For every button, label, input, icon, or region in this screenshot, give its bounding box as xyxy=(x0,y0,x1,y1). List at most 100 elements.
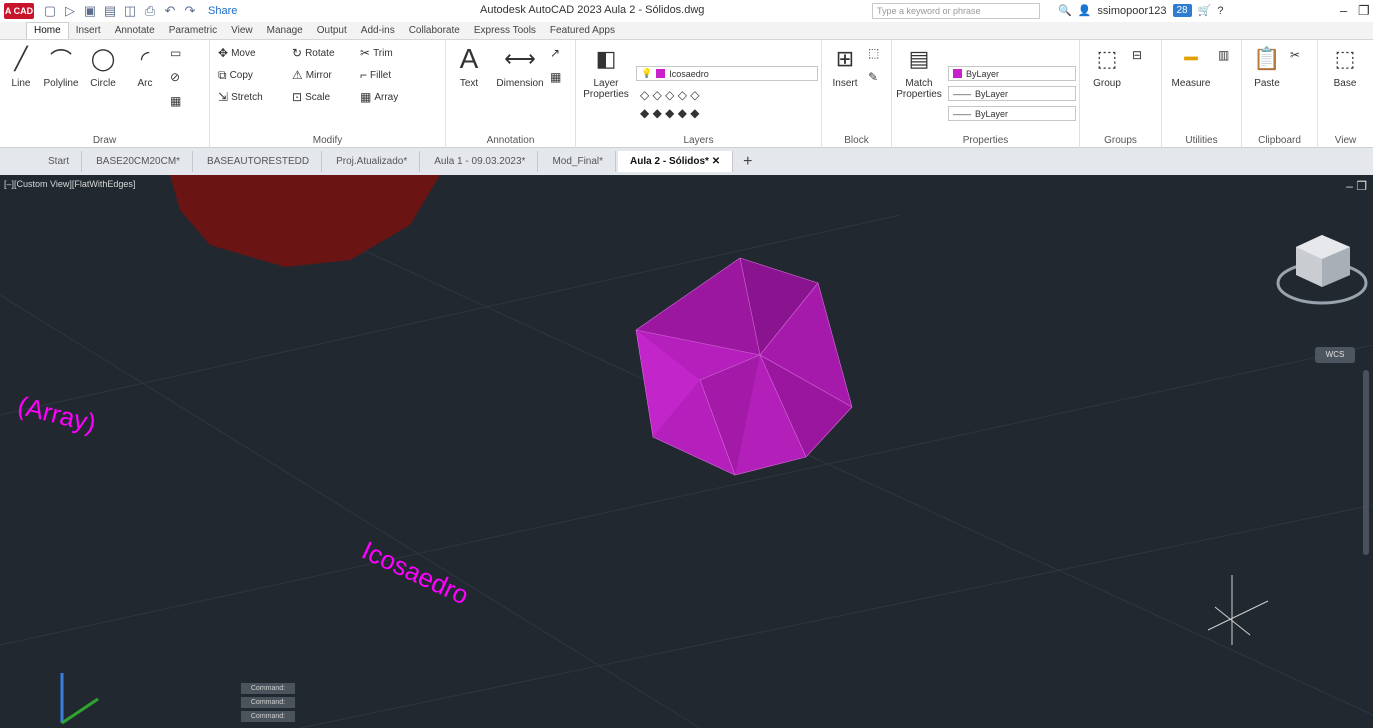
array-button[interactable]: ▦ Array xyxy=(360,90,398,104)
paste-button[interactable]: 📋 Paste xyxy=(1248,44,1286,89)
rectangle-button[interactable]: ▭ xyxy=(170,46,181,60)
layer-tools-row1[interactable]: ◇ ◇ ◇ ◇ ◇ xyxy=(640,88,699,102)
arc-button[interactable]: ◜ Arc xyxy=(126,44,164,89)
navigation-bar[interactable] xyxy=(1363,370,1369,555)
username[interactable]: ssimopoor123 xyxy=(1097,5,1166,17)
tab-output[interactable]: Output xyxy=(310,23,354,39)
rotate-button[interactable]: ↻ Rotate xyxy=(292,46,335,60)
doc-tab-start[interactable]: Start xyxy=(36,151,83,172)
leader-button[interactable]: ↗ xyxy=(550,46,560,60)
edit-block-button[interactable]: ✎ xyxy=(868,70,878,84)
open-web-icon[interactable]: ◫ xyxy=(122,3,138,19)
tab-annotate[interactable]: Annotate xyxy=(108,23,162,39)
share-button[interactable]: Share xyxy=(208,5,237,17)
move-button[interactable]: ✥ Move xyxy=(218,46,256,60)
group-button[interactable]: ⬚ Group xyxy=(1088,44,1126,89)
annotation-panel-title[interactable]: Annotation xyxy=(446,135,575,146)
trim-button[interactable]: ✂ Trim xyxy=(360,46,393,60)
save-icon[interactable]: ▣ xyxy=(82,3,98,19)
copy-button[interactable]: ⧉ Copy xyxy=(218,68,253,83)
clipboard-panel-title[interactable]: Clipboard xyxy=(1242,135,1317,146)
user-icon[interactable]: 👤 xyxy=(1078,4,1092,17)
tab-collaborate[interactable]: Collaborate xyxy=(402,23,467,39)
groups-panel-title[interactable]: Groups xyxy=(1080,135,1161,146)
search-icon[interactable]: 🔍 xyxy=(1058,4,1072,17)
command-history-line: Command: xyxy=(241,711,295,722)
lineweight-dropdown[interactable]: —— ByLayer xyxy=(948,106,1076,121)
view-panel-title[interactable]: View xyxy=(1318,135,1373,146)
search-input[interactable]: Type a keyword or phrase xyxy=(872,3,1040,19)
layer-properties-button[interactable]: ◧ Layer Properties xyxy=(582,44,630,100)
doc-tab-base20cm[interactable]: BASE20CM20CM* xyxy=(84,151,194,172)
annotation-panel: A Text ⟷ Dimension ↗ ▦ Annotation xyxy=(446,40,576,148)
measure-button[interactable]: ━ Measure xyxy=(1168,44,1214,89)
calculator-button[interactable]: ▥ xyxy=(1218,48,1229,62)
stretch-button[interactable]: ⇲ Stretch xyxy=(218,90,263,104)
insert-button[interactable]: ⊞ Insert xyxy=(826,44,864,89)
modify-panel-title[interactable]: Modify xyxy=(210,135,445,146)
create-block-icon: ⬚ xyxy=(868,46,880,60)
properties-panel-title[interactable]: Properties xyxy=(892,135,1079,146)
tab-manage[interactable]: Manage xyxy=(260,23,310,39)
mirror-button[interactable]: ⚠ Mirror xyxy=(292,68,332,82)
autocad-logo[interactable]: A CAD xyxy=(4,3,34,19)
doc-tab-aula-2[interactable]: Aula 2 - Sólidos* ✕ xyxy=(618,151,734,172)
hatch-button[interactable]: ⊘ xyxy=(170,70,180,84)
cut-button[interactable]: ✂ xyxy=(1290,48,1300,62)
red-solid-shape[interactable] xyxy=(170,175,440,267)
polyline-button[interactable]: ⌒ Polyline xyxy=(42,44,80,89)
open-file-icon[interactable]: ▷ xyxy=(62,3,78,19)
match-properties-button[interactable]: ▤ Match Properties xyxy=(896,44,942,100)
icosahedron-solid[interactable] xyxy=(635,257,853,476)
tab-view[interactable]: View xyxy=(224,23,260,39)
block-panel-title[interactable]: Block xyxy=(822,135,891,146)
doc-tab-mod-final[interactable]: Mod_Final* xyxy=(540,151,617,172)
plot-icon[interactable]: ⎙ xyxy=(142,3,158,19)
tab-home[interactable]: Home xyxy=(26,22,69,39)
save-as-icon[interactable]: ▤ xyxy=(102,3,118,19)
circle-icon: ◯ xyxy=(90,46,116,71)
copy-icon: ⧉ xyxy=(218,68,227,82)
tab-insert[interactable]: Insert xyxy=(69,23,108,39)
layer-tools-row2[interactable]: ◆ ◆ ◆ ◆ ◆ xyxy=(640,106,699,120)
wcs-menu[interactable]: WCS xyxy=(1315,347,1355,363)
restore-icon[interactable]: ❐ xyxy=(1358,3,1370,19)
timer-badge[interactable]: 28 xyxy=(1172,4,1192,17)
create-block-button[interactable]: ⬚ xyxy=(868,46,879,60)
gradient-button[interactable]: ▦ xyxy=(170,94,181,108)
draw-panel-title[interactable]: Draw xyxy=(0,135,209,146)
drawing-viewport[interactable]: [–][Custom View][FlatWithEdges] – ❐ (Arr… xyxy=(0,175,1373,728)
fillet-button[interactable]: ⌐ Fillet xyxy=(360,68,391,82)
doc-tab-proj-atualizado[interactable]: Proj.Atualizado* xyxy=(324,151,421,172)
scale-button[interactable]: ⊡ Scale xyxy=(292,90,330,104)
base-button[interactable]: ⬚ Base xyxy=(1326,44,1364,89)
utilities-panel-title[interactable]: Utilities xyxy=(1162,135,1241,146)
close-tab-icon[interactable]: ✕ xyxy=(712,156,720,167)
navigation-cube[interactable] xyxy=(1276,235,1368,305)
tab-featured-apps[interactable]: Featured Apps xyxy=(543,23,622,39)
ungroup-button[interactable]: ⊟ xyxy=(1132,48,1142,62)
help-icon[interactable]: ? xyxy=(1217,5,1223,17)
minimize-icon[interactable]: – xyxy=(1340,3,1347,18)
new-file-icon[interactable]: ▢ xyxy=(42,3,58,19)
layers-panel-title[interactable]: Layers xyxy=(576,135,821,146)
color-dropdown[interactable]: ByLayer xyxy=(948,66,1076,81)
doc-tab-baseautorestedd[interactable]: BASEAUTORESTEDD xyxy=(195,151,323,172)
dimension-button[interactable]: ⟷ Dimension xyxy=(492,44,548,89)
ungroup-icon: ⊟ xyxy=(1132,48,1143,62)
text-button[interactable]: A Text xyxy=(450,43,488,89)
layer-dropdown[interactable]: 💡 Icosaedro xyxy=(636,66,818,81)
line-button[interactable]: ╱ Line xyxy=(2,44,40,89)
linetype-dropdown[interactable]: —— ByLayer xyxy=(948,86,1076,101)
circle-button[interactable]: ◯ Circle xyxy=(84,44,122,89)
app-title: Autodesk AutoCAD 2023 Aula 2 - Sólidos.d… xyxy=(480,4,705,16)
tab-add-ins[interactable]: Add-ins xyxy=(354,23,402,39)
table-button[interactable]: ▦ xyxy=(550,70,561,84)
undo-icon[interactable]: ↶ xyxy=(162,3,178,19)
tab-parametric[interactable]: Parametric xyxy=(162,23,224,39)
tab-express-tools[interactable]: Express Tools xyxy=(467,23,543,39)
redo-icon[interactable]: ↷ xyxy=(182,3,198,19)
new-tab-icon[interactable]: + xyxy=(743,153,752,171)
cart-icon[interactable]: 🛒 xyxy=(1198,4,1212,17)
doc-tab-aula-1[interactable]: Aula 1 - 09.03.2023* xyxy=(422,151,539,172)
